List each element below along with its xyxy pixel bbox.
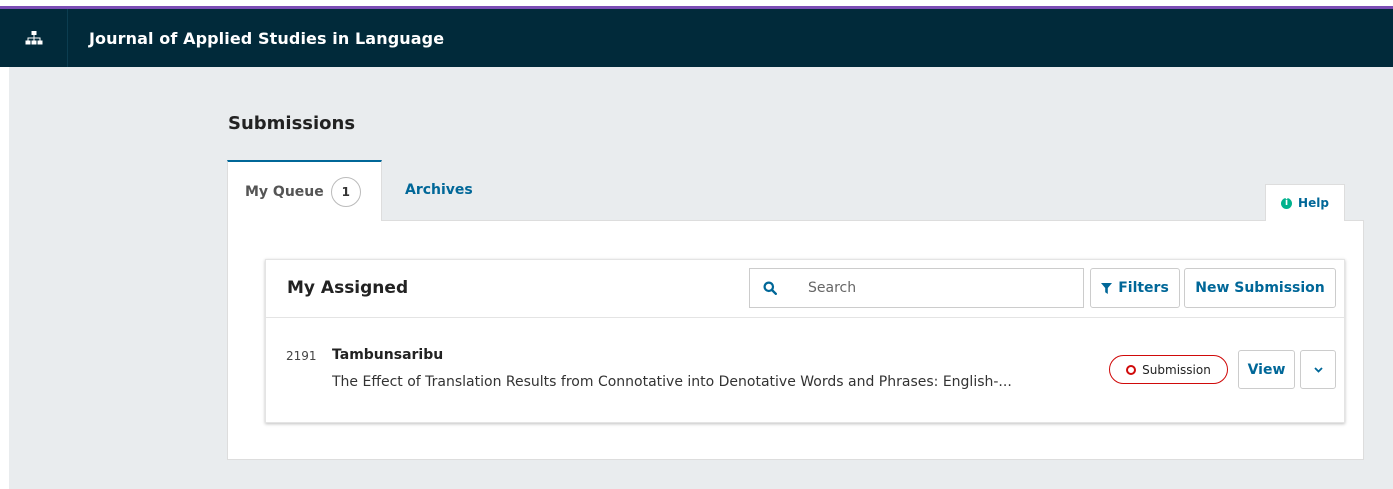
list-title: My Assigned bbox=[287, 278, 409, 298]
list-item[interactable]: 2191 Tambunsaribu The Effect of Translat… bbox=[266, 318, 1344, 424]
tab-archives[interactable]: Archives bbox=[405, 160, 473, 220]
filters-label: Filters bbox=[1118, 280, 1169, 296]
search-input[interactable] bbox=[790, 268, 1084, 308]
submission-title: The Effect of Translation Results from C… bbox=[332, 374, 1012, 390]
filters-button[interactable]: Filters bbox=[1090, 268, 1180, 308]
list-header: My Assigned Filters New Submission bbox=[266, 260, 1344, 318]
stage-label: Submission bbox=[1142, 362, 1211, 377]
chevron-down-icon bbox=[1313, 366, 1323, 373]
tab-label: Archives bbox=[405, 182, 473, 198]
submission-author: Tambunsaribu bbox=[332, 347, 444, 363]
tab-label: My Queue bbox=[245, 183, 324, 200]
view-button[interactable]: View bbox=[1238, 350, 1295, 389]
main-content: Submissions My Queue 1 Archives i Help M… bbox=[9, 67, 1393, 489]
sitemap-icon bbox=[25, 31, 42, 45]
tab-my-queue[interactable]: My Queue 1 bbox=[227, 160, 382, 221]
tab-panel: My Assigned Filters New Submission bbox=[227, 220, 1364, 460]
app-header: Journal of Applied Studies in Language bbox=[0, 9, 1393, 67]
submission-id: 2191 bbox=[286, 349, 317, 363]
new-submission-button[interactable]: New Submission bbox=[1184, 268, 1336, 308]
search-button[interactable] bbox=[749, 268, 791, 308]
page-title: Submissions bbox=[228, 113, 356, 134]
queue-count-badge: 1 bbox=[330, 176, 361, 207]
help-button[interactable]: i Help bbox=[1265, 184, 1345, 221]
info-circle-icon: i bbox=[1281, 197, 1293, 209]
help-label: Help bbox=[1298, 196, 1329, 210]
expand-button[interactable] bbox=[1300, 350, 1336, 389]
site-title[interactable]: Journal of Applied Studies in Language bbox=[68, 29, 444, 48]
stage-circle-icon bbox=[1126, 364, 1137, 375]
search-icon bbox=[763, 281, 777, 295]
filter-icon bbox=[1101, 282, 1113, 294]
sitemap-button[interactable] bbox=[0, 9, 68, 67]
submissions-list-card: My Assigned Filters New Submission bbox=[265, 259, 1345, 423]
top-accent-bar bbox=[0, 0, 1393, 9]
stage-badge: Submission bbox=[1109, 355, 1228, 384]
